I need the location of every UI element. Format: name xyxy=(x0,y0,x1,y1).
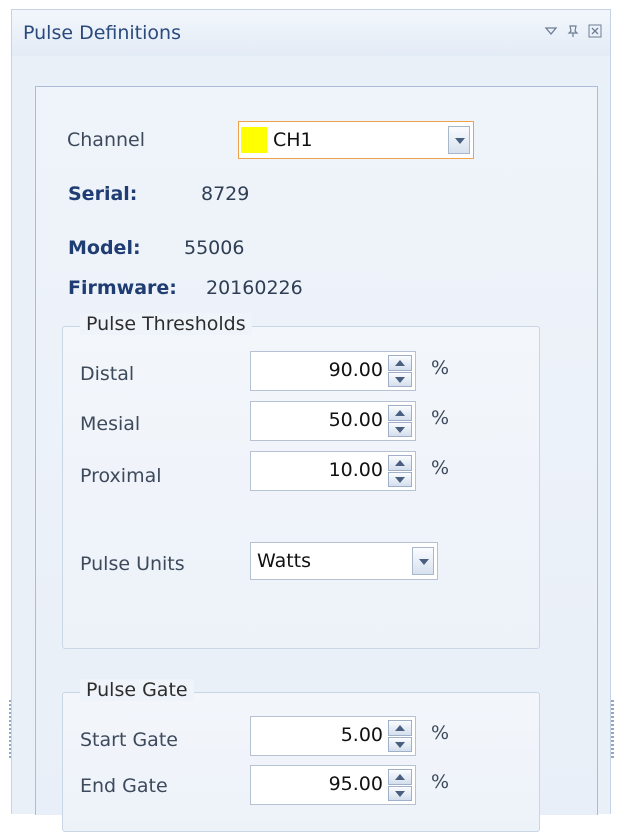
panel-content: Channel CH1 Serial: 8729 Model: 55006 Fi… xyxy=(35,86,598,832)
start-gate-stepper[interactable]: 5.00 xyxy=(250,716,416,756)
proximal-value: 10.00 xyxy=(328,459,383,481)
dropdown-arrow-icon[interactable] xyxy=(544,24,558,38)
model-key: Model: xyxy=(68,237,141,259)
increment-icon[interactable] xyxy=(388,355,412,371)
panel-title: Pulse Definitions xyxy=(23,22,181,44)
firmware-key: Firmware: xyxy=(68,277,177,299)
chevron-down-icon[interactable] xyxy=(448,126,470,154)
proximal-unit: % xyxy=(431,457,450,479)
decrement-icon[interactable] xyxy=(388,785,412,801)
close-icon[interactable] xyxy=(588,24,602,38)
serial-key: Serial: xyxy=(68,183,138,205)
start-gate-label: Start Gate xyxy=(80,729,178,751)
model-value: 55006 xyxy=(184,237,245,259)
pulse-gate-legend: Pulse Gate xyxy=(80,679,194,701)
decrement-icon[interactable] xyxy=(388,371,412,387)
pulse-definitions-panel: Pulse Definitions Channel CH1 Serial: 87… xyxy=(11,9,611,832)
distal-value: 90.00 xyxy=(328,359,383,381)
decrement-icon[interactable] xyxy=(388,736,412,752)
end-gate-label: End Gate xyxy=(80,775,168,797)
pulse-units-label: Pulse Units xyxy=(80,553,185,575)
pulse-gate-group xyxy=(62,692,540,832)
pulse-units-value: Watts xyxy=(257,550,312,572)
end-gate-stepper[interactable]: 95.00 xyxy=(250,765,416,805)
firmware-value: 20160226 xyxy=(206,277,303,299)
channel-select[interactable]: CH1 xyxy=(238,121,474,159)
chevron-down-icon[interactable] xyxy=(412,547,434,575)
panel-titlebar: Pulse Definitions xyxy=(12,10,610,56)
pulse-thresholds-legend: Pulse Thresholds xyxy=(80,313,252,335)
increment-icon[interactable] xyxy=(388,720,412,736)
mesial-stepper[interactable]: 50.00 xyxy=(250,401,416,441)
start-gate-unit: % xyxy=(431,722,450,744)
mesial-unit: % xyxy=(431,407,450,429)
distal-stepper[interactable]: 90.00 xyxy=(250,351,416,391)
mesial-value: 50.00 xyxy=(328,409,383,431)
end-gate-value: 95.00 xyxy=(328,773,383,795)
distal-label: Distal xyxy=(80,363,135,385)
end-gate-unit: % xyxy=(431,771,450,793)
increment-icon[interactable] xyxy=(388,769,412,785)
pulse-units-select[interactable]: Watts xyxy=(250,542,438,580)
channel-label: Channel xyxy=(67,129,146,151)
increment-icon[interactable] xyxy=(388,405,412,421)
decrement-icon[interactable] xyxy=(388,471,412,487)
proximal-stepper[interactable]: 10.00 xyxy=(250,451,416,491)
start-gate-value: 5.00 xyxy=(340,724,383,746)
mesial-label: Mesial xyxy=(80,413,141,435)
channel-value: CH1 xyxy=(273,129,313,151)
pin-icon[interactable] xyxy=(566,24,580,38)
channel-color-swatch xyxy=(241,127,267,153)
serial-value: 8729 xyxy=(201,183,250,205)
proximal-label: Proximal xyxy=(80,465,162,487)
increment-icon[interactable] xyxy=(388,455,412,471)
decrement-icon[interactable] xyxy=(388,421,412,437)
distal-unit: % xyxy=(431,357,450,379)
